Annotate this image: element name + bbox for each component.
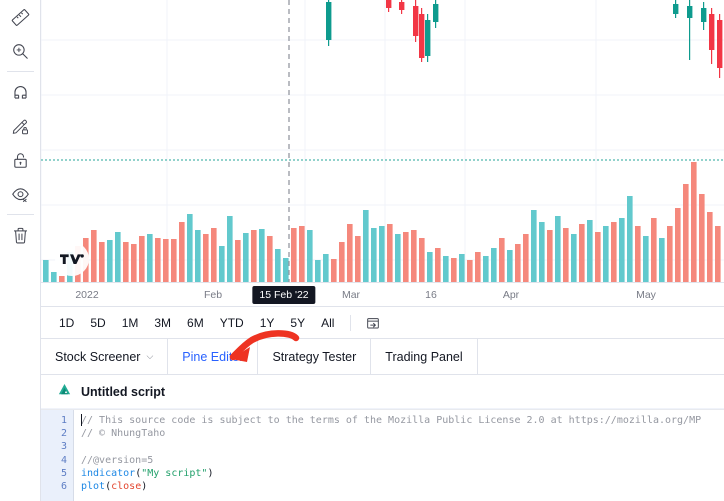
text-caret [81, 414, 82, 426]
script-header: Untitled script [41, 375, 724, 409]
toolbar-divider-1 [6, 71, 34, 72]
code-line: //@version=5 [81, 454, 724, 467]
tab-pine-editor[interactable]: Pine Editor [168, 339, 259, 374]
time-axis-label: Apr [502, 289, 520, 301]
code-token: "My script" [141, 467, 208, 479]
code-token: ) [207, 467, 214, 479]
pine-tree-icon [57, 382, 72, 402]
zoom-in-icon[interactable] [0, 34, 41, 68]
range-button-5d[interactable]: 5D [84, 313, 111, 333]
range-button-3m[interactable]: 3M [148, 313, 177, 333]
time-axis-label: 16 [425, 289, 437, 301]
code-token: plot [81, 480, 106, 492]
code-token: //@version=5 [81, 454, 154, 466]
line-number: 3 [60, 441, 67, 453]
bottom-panel-tabs: Stock Screener ⌵ Pine Editor Strategy Teste… [41, 339, 724, 375]
magnet-icon[interactable] [0, 75, 41, 109]
toolbar-divider-2 [6, 214, 34, 215]
line-number: 1 [60, 415, 67, 426]
range-button-5y[interactable]: 5Y [284, 313, 311, 333]
editor-code-content[interactable]: // This source code is subject to the te… [73, 410, 724, 501]
code-line: // This source code is subject to the te… [81, 414, 724, 427]
code-token: // © NhungTaho [81, 428, 166, 440]
time-axis-label: 2022 [75, 289, 99, 301]
code-token: ) [141, 480, 148, 492]
code-line: indicator("My script") [81, 467, 724, 480]
tab-label: Pine Editor [182, 349, 244, 364]
chart-canvas [41, 0, 724, 282]
tab-trading-panel[interactable]: Trading Panel [371, 339, 478, 374]
line-number: 6 [60, 480, 67, 492]
eye-icon[interactable] [0, 177, 41, 211]
pine-code-editor[interactable]: 1 23456 // This source code is subject to… [41, 409, 724, 501]
code-token: // This source code is subject to the te… [81, 415, 702, 426]
tab-strategy-tester[interactable]: Strategy Tester [258, 339, 372, 374]
code-token: indicator [81, 467, 136, 479]
line-number: 2 [60, 428, 67, 440]
code-token: close [111, 480, 142, 492]
line-number: 4 [60, 454, 67, 466]
chevron-down-icon[interactable]: ⌵ [146, 352, 153, 361]
time-axis-label: Feb [203, 289, 223, 301]
script-title[interactable]: Untitled script [81, 385, 165, 399]
range-divider [350, 314, 352, 331]
bar-replay-icon[interactable] [361, 311, 385, 335]
line-number: 5 [60, 467, 67, 479]
trash-icon[interactable] [0, 218, 41, 252]
range-button-6m[interactable]: 6M [181, 313, 210, 333]
range-button-1y[interactable]: 1Y [254, 313, 281, 333]
time-axis-label: May [636, 289, 656, 301]
time-axis[interactable]: 2022 Feb 15 Feb '22 Mar 16 Apr May [41, 282, 724, 307]
pencil-lock-icon[interactable] [0, 109, 41, 143]
tab-label: Trading Panel [385, 349, 463, 364]
range-button-1d[interactable]: 1D [53, 313, 80, 333]
range-button-all[interactable]: All [315, 313, 340, 333]
tab-label: Stock Screener [55, 349, 141, 364]
ruler-icon[interactable] [0, 0, 41, 34]
range-button-ytd[interactable]: YTD [214, 313, 250, 333]
tab-label: Strategy Tester [272, 349, 357, 364]
range-button-1m[interactable]: 1M [116, 313, 145, 333]
time-axis-active-label: 15 Feb '22 [252, 286, 316, 304]
time-range-bar: 1D 5D 1M 3M 6M YTD 1Y 5Y All [41, 307, 724, 339]
lock-icon[interactable] [0, 143, 41, 177]
price-chart[interactable] [41, 0, 724, 282]
drawing-toolbar [0, 0, 41, 501]
tradingview-watermark-logo [55, 242, 89, 276]
time-axis-label: Mar [341, 289, 361, 301]
tab-stock-screener[interactable]: Stock Screener ⌵ [41, 339, 169, 374]
tradingview-window: 2022 Feb 15 Feb '22 Mar 16 Apr May 1D 5D 1M 3M 6M Y… [0, 0, 724, 501]
code-line: // © NhungTaho [81, 427, 724, 440]
editor-line-numbers: 1 23456 [41, 410, 73, 501]
code-line: plot(close) [81, 480, 724, 493]
